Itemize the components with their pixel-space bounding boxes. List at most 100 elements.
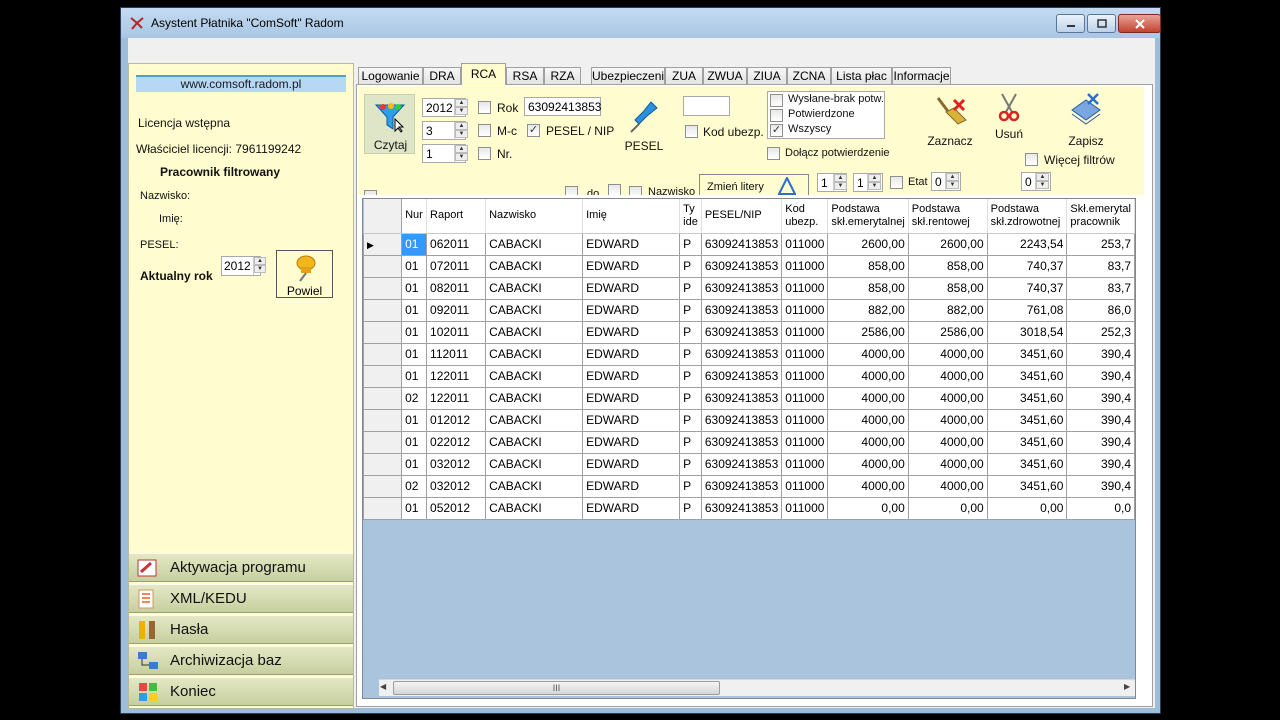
table-cell[interactable]: EDWARD bbox=[582, 342, 681, 366]
row-header[interactable] bbox=[363, 342, 403, 366]
table-cell[interactable]: EDWARD bbox=[582, 430, 681, 454]
col-header-raport[interactable]: Raport bbox=[426, 199, 487, 234]
table-cell[interactable]: EDWARD bbox=[582, 364, 681, 388]
table-row[interactable]: ▶ 01 062011 CABACKI EDWARD P 63092413853 011000… bbox=[363, 232, 1135, 256]
table-row[interactable]: 01 012012 CABACKI EDWARD P 63092413853 011000 4… bbox=[363, 408, 1135, 432]
rca-data-grid[interactable]: Nur Raport Nazwisko Imię Ty ide PESEL/NI… bbox=[362, 198, 1136, 699]
table-cell[interactable]: 858,00 bbox=[827, 254, 909, 278]
table-cell[interactable]: EDWARD bbox=[582, 298, 681, 322]
table-cell[interactable]: 4000,00 bbox=[907, 408, 988, 432]
table-row[interactable]: 01 032012 CABACKI EDWARD P 63092413853 011000 4… bbox=[363, 452, 1135, 476]
partial-checkbox-2[interactable] bbox=[565, 186, 578, 195]
table-cell[interactable]: 2586,00 bbox=[827, 320, 909, 344]
tab-ziua[interactable]: ZIUA bbox=[747, 67, 787, 84]
status-checkbox-confirmed[interactable] bbox=[770, 109, 783, 122]
kod-ubezp-checkbox[interactable] bbox=[685, 125, 698, 138]
tab-rca[interactable]: RCA bbox=[461, 63, 506, 85]
table-cell[interactable]: 86,0 bbox=[1066, 298, 1135, 322]
mc-checkbox[interactable] bbox=[478, 124, 491, 137]
row-header[interactable] bbox=[363, 320, 403, 344]
menu-hasla[interactable]: Hasła bbox=[129, 615, 353, 644]
table-cell[interactable]: 011000 bbox=[781, 408, 829, 432]
table-cell[interactable]: 02 bbox=[401, 386, 428, 410]
table-cell[interactable]: 882,00 bbox=[907, 298, 988, 322]
spin-control-2[interactable]: ▲ ▼ bbox=[867, 174, 881, 191]
table-cell[interactable]: 858,00 bbox=[907, 276, 988, 300]
table-cell[interactable]: EDWARD bbox=[582, 386, 681, 410]
row-header[interactable] bbox=[363, 496, 403, 520]
table-cell[interactable]: 022012 bbox=[426, 430, 487, 454]
table-cell[interactable]: EDWARD bbox=[582, 276, 681, 300]
partial-checkbox-3[interactable] bbox=[608, 184, 621, 195]
table-cell[interactable]: 4000,00 bbox=[907, 342, 988, 366]
table-cell[interactable]: 01 bbox=[401, 298, 428, 322]
table-cell[interactable]: CABACKI bbox=[485, 320, 584, 344]
table-cell[interactable]: 011000 bbox=[781, 342, 829, 366]
row-header[interactable]: ▶ bbox=[363, 232, 403, 256]
partial-nazwisko-checkbox[interactable] bbox=[629, 186, 642, 195]
table-cell[interactable]: 052012 bbox=[426, 496, 487, 520]
table-cell[interactable]: 122011 bbox=[426, 386, 487, 410]
table-cell[interactable]: 83,7 bbox=[1066, 276, 1135, 300]
table-row[interactable]: 02 122011 CABACKI EDWARD P 63092413853 011000 4… bbox=[363, 386, 1135, 410]
table-cell[interactable]: 2600,00 bbox=[827, 232, 909, 256]
tab-dra[interactable]: DRA bbox=[423, 67, 461, 84]
table-cell[interactable]: 2600,00 bbox=[907, 232, 988, 256]
table-cell[interactable]: CABACKI bbox=[485, 364, 584, 388]
table-cell[interactable]: 082011 bbox=[426, 276, 487, 300]
table-cell[interactable]: 63092413853 bbox=[700, 320, 783, 344]
table-cell[interactable]: 63092413853 bbox=[700, 430, 783, 454]
table-cell[interactable]: 0,00 bbox=[827, 496, 909, 520]
table-cell[interactable]: 011000 bbox=[781, 430, 829, 454]
table-row[interactable]: 01 072011 CABACKI EDWARD P 63092413853 011000 8… bbox=[363, 254, 1135, 278]
zmien-litery-button[interactable]: Zmień litery bbox=[699, 174, 809, 195]
etat-checkbox[interactable] bbox=[890, 176, 903, 189]
table-cell[interactable]: 63092413853 bbox=[700, 496, 783, 520]
maximize-button[interactable] bbox=[1087, 14, 1116, 33]
row-header[interactable] bbox=[363, 298, 403, 322]
table-cell[interactable]: 011000 bbox=[781, 254, 829, 278]
number-spinner[interactable]: ▲ ▼ bbox=[454, 145, 468, 162]
tab-rza[interactable]: RZA bbox=[544, 67, 581, 84]
table-cell[interactable]: 01 bbox=[401, 496, 428, 520]
table-cell[interactable]: 011000 bbox=[781, 364, 829, 388]
table-cell[interactable]: P bbox=[679, 298, 702, 322]
col-header-kod[interactable]: Kod ubezp. bbox=[781, 199, 829, 234]
spin-control-4[interactable]: ▲ ▼ bbox=[1035, 173, 1049, 190]
col-header-rentowa[interactable]: Podstawa skł.rentowej bbox=[908, 199, 988, 234]
col-header-typ[interactable]: Ty ide bbox=[679, 199, 702, 234]
scrollbar-thumb[interactable]: III bbox=[393, 681, 720, 695]
table-cell[interactable]: 072011 bbox=[426, 254, 487, 278]
table-cell[interactable]: 012012 bbox=[426, 408, 487, 432]
table-cell[interactable]: 102011 bbox=[426, 320, 487, 344]
table-row[interactable]: 01 122011 CABACKI EDWARD P 63092413853 011000 4… bbox=[363, 364, 1135, 388]
table-cell[interactable]: CABACKI bbox=[485, 408, 584, 432]
table-cell[interactable]: EDWARD bbox=[582, 496, 681, 520]
pesel-search-field[interactable]: 63092413853 bbox=[524, 97, 601, 116]
table-cell[interactable]: 01 bbox=[401, 276, 428, 300]
horizontal-scrollbar[interactable]: ◀ III ▶ bbox=[379, 679, 1135, 696]
row-header[interactable] bbox=[363, 364, 403, 388]
col-header-pesel[interactable]: PESEL/NIP bbox=[701, 199, 783, 234]
table-cell[interactable]: P bbox=[679, 430, 702, 454]
table-cell[interactable]: 740,37 bbox=[986, 276, 1068, 300]
table-row[interactable]: 01 022012 CABACKI EDWARD P 63092413853 011000 4… bbox=[363, 430, 1135, 454]
table-cell[interactable]: 4000,00 bbox=[907, 474, 988, 498]
table-cell[interactable]: 858,00 bbox=[907, 254, 988, 278]
table-cell[interactable]: 390,4 bbox=[1066, 474, 1135, 498]
table-cell[interactable]: CABACKI bbox=[485, 430, 584, 454]
table-cell[interactable]: 011000 bbox=[781, 276, 829, 300]
table-cell[interactable]: CABACKI bbox=[485, 232, 584, 256]
table-cell[interactable]: 63092413853 bbox=[700, 342, 783, 366]
table-cell[interactable]: EDWARD bbox=[582, 232, 681, 256]
pesel-nip-checkbox[interactable]: ✓ bbox=[527, 124, 540, 137]
table-cell[interactable]: 01 bbox=[401, 452, 428, 476]
tab-informacje[interactable]: Informacje bbox=[892, 67, 951, 84]
table-cell[interactable]: 01 bbox=[401, 254, 428, 278]
table-cell[interactable]: CABACKI bbox=[485, 386, 584, 410]
col-header-nazwisko[interactable]: Nazwisko bbox=[485, 199, 584, 234]
table-cell[interactable]: CABACKI bbox=[485, 276, 584, 300]
table-cell[interactable]: 4000,00 bbox=[827, 408, 909, 432]
table-cell[interactable]: P bbox=[679, 386, 702, 410]
pesel-button[interactable]: PESEL bbox=[620, 96, 668, 154]
